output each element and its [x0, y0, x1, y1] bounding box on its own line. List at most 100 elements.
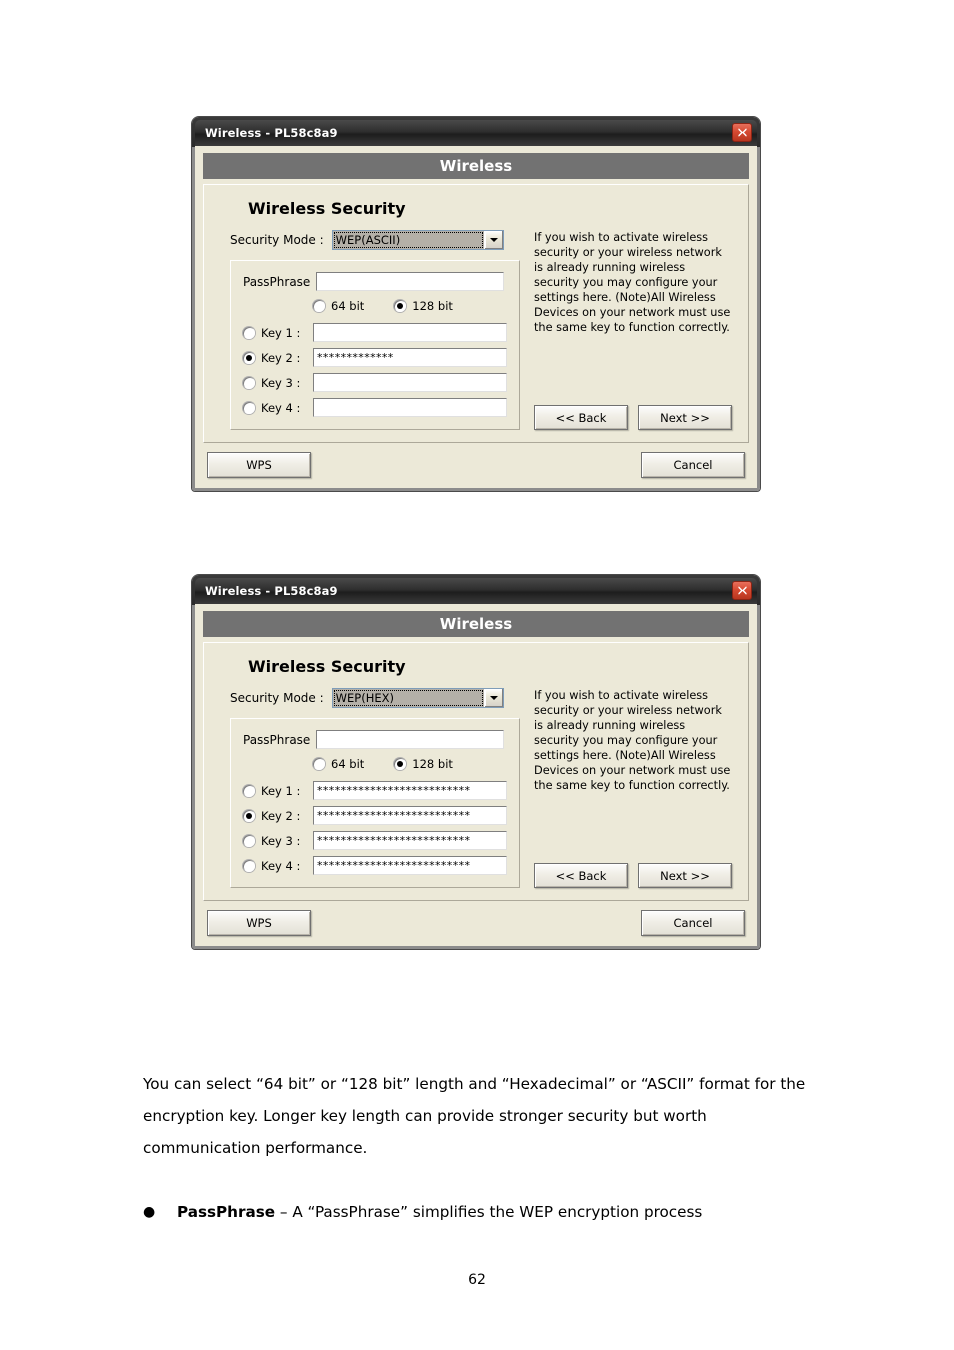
- dialog1-key2-radio[interactable]: Key 2 :: [243, 351, 313, 365]
- dialog2-key3-label: Key 3 :: [261, 833, 301, 848]
- dialog2-passphrase-row: PassPhrase: [243, 730, 507, 749]
- dialog1-security-mode-value: WEP(ASCII): [332, 231, 484, 249]
- dialog2-cancel-button[interactable]: Cancel: [641, 910, 745, 936]
- prose-bullet-item: ● PassPhrase – A “PassPhrase” simplifies…: [143, 1196, 813, 1228]
- dialog1-title: Wireless - PL58c8a9: [205, 126, 338, 140]
- radio-icon: [313, 300, 325, 312]
- dialog1-back-button[interactable]: << Back: [534, 405, 628, 430]
- dialog2-footer: WPS Cancel: [203, 904, 749, 940]
- dialog2-titlebar[interactable]: Wireless - PL58c8a9: [195, 578, 757, 604]
- dialog2-next-button[interactable]: Next >>: [638, 863, 732, 888]
- wireless-dialog-ascii: Wireless - PL58c8a9 Wireless Wireless Se…: [192, 117, 760, 491]
- dialog2-title: Wireless - PL58c8a9: [205, 584, 338, 598]
- dialog1-key4-radio[interactable]: Key 4 :: [243, 401, 313, 415]
- dialog2-bit-length-group: 64 bit 128 bit: [313, 757, 507, 771]
- dialog2-radio-64bit-label: 64 bit: [331, 757, 365, 771]
- chevron-down-icon[interactable]: [483, 231, 503, 249]
- dialog1-help-text: If you wish to activate wireless securit…: [534, 231, 731, 335]
- dialog1-security-mode-row: Security Mode : WEP(ASCII): [230, 230, 520, 250]
- dialog1-passphrase-row: PassPhrase: [243, 272, 507, 291]
- dialog1-key1-input[interactable]: [313, 323, 507, 342]
- dialog2-security-mode-row: Security Mode : WEP(HEX): [230, 688, 520, 708]
- wireless-dialog-hex: Wireless - PL58c8a9 Wireless Wireless Se…: [192, 575, 760, 949]
- page-number: 62: [468, 1272, 486, 1288]
- dialog2-banner-label: Wireless: [439, 615, 513, 633]
- dialog1-key4-label: Key 4 :: [261, 400, 301, 415]
- dialog2-security-mode-value: WEP(HEX): [332, 689, 484, 707]
- dialog2-key-row-2: Key 2 : **************************: [243, 806, 507, 825]
- dialog1-key-row-3: Key 3 :: [243, 373, 507, 392]
- radio-icon: [243, 859, 255, 872]
- prose-paragraph: You can select “64 bit” or “128 bit” len…: [143, 1075, 806, 1157]
- dialog2-key4-label: Key 4 :: [261, 858, 301, 873]
- chevron-down-icon[interactable]: [483, 689, 503, 707]
- dialog1-key3-radio[interactable]: Key 3 :: [243, 376, 313, 390]
- close-icon[interactable]: [732, 123, 752, 142]
- dialog1-panel-heading: Wireless Security: [248, 199, 406, 218]
- dialog2-key4-radio[interactable]: Key 4 :: [243, 859, 313, 873]
- dialog2-key3-radio[interactable]: Key 3 :: [243, 834, 313, 848]
- dialog1-footer: WPS Cancel: [203, 446, 749, 482]
- dialog2-key2-label: Key 2 :: [261, 808, 301, 823]
- dialog2-passphrase-input[interactable]: [316, 730, 505, 749]
- dialog2-radio-128bit-label: 128 bit: [412, 757, 453, 771]
- dialog1-key2-input[interactable]: *************: [313, 348, 507, 367]
- dialog1-bit-length-group: 64 bit 128 bit: [313, 299, 507, 313]
- close-icon[interactable]: [732, 581, 752, 600]
- dialog2-help-text: If you wish to activate wireless securit…: [534, 689, 731, 793]
- dialog2-back-button[interactable]: << Back: [534, 863, 628, 888]
- dialog1-key3-input[interactable]: [313, 373, 507, 392]
- dialog2-security-mode-label: Security Mode :: [230, 691, 324, 705]
- dialog1-wps-button[interactable]: WPS: [207, 452, 311, 478]
- document-prose: You can select “64 bit” or “128 bit” len…: [143, 1068, 813, 1228]
- dialog1-security-mode-select[interactable]: WEP(ASCII): [331, 230, 504, 250]
- dialog1-banner-label: Wireless: [439, 157, 513, 175]
- dialog1-radio-128bit[interactable]: 128 bit: [394, 299, 453, 313]
- dialog1-next-button[interactable]: Next >>: [638, 405, 732, 430]
- radio-icon: [243, 326, 255, 339]
- dialog1-key1-label: Key 1 :: [261, 325, 301, 340]
- bullet-term: PassPhrase: [177, 1203, 276, 1221]
- dialog2-wps-button[interactable]: WPS: [207, 910, 311, 936]
- dialog2-wep-groupbox: PassPhrase 64 bit 128 bit Key 1: ******…: [230, 718, 520, 888]
- radio-selected-icon: [394, 300, 407, 312]
- dialog1-titlebar[interactable]: Wireless - PL58c8a9: [195, 120, 757, 146]
- dialog1-banner: Wireless: [203, 153, 749, 179]
- dialog1-key-row-1: Key 1 :: [243, 323, 507, 342]
- dialog2-key3-input[interactable]: **************************: [313, 831, 507, 850]
- dialog2-radio-128bit[interactable]: 128 bit: [394, 757, 453, 771]
- dialog1-wep-groupbox: PassPhrase 64 bit 128 bit Key 1: Key 2 …: [230, 260, 520, 430]
- dialog2-key1-input[interactable]: **************************: [313, 781, 507, 800]
- dialog1-nav-buttons: << Back Next >>: [534, 399, 732, 430]
- dialog1-passphrase-label: PassPhrase: [243, 274, 311, 289]
- dialog2-passphrase-label: PassPhrase: [243, 732, 311, 747]
- radio-selected-icon: [243, 809, 255, 822]
- radio-icon: [243, 834, 255, 847]
- dialog1-key-row-2: Key 2 : *************: [243, 348, 507, 367]
- radio-icon: [243, 401, 255, 414]
- dialog1-key4-input[interactable]: [313, 398, 507, 417]
- dialog2-key1-radio[interactable]: Key 1 :: [243, 784, 313, 798]
- dialog1-radio-64bit-label: 64 bit: [331, 299, 365, 313]
- dialog1-radio-128bit-label: 128 bit: [412, 299, 453, 313]
- dialog2-panel: Wireless Security Security Mode : WEP(HE…: [203, 642, 749, 901]
- dialog2-security-mode-select[interactable]: WEP(HEX): [331, 688, 504, 708]
- dialog2-body: Wireless Wireless Security Security Mode…: [195, 604, 757, 946]
- dialog2-radio-64bit[interactable]: 64 bit: [313, 757, 364, 771]
- dialog1-key2-label: Key 2 :: [261, 350, 301, 365]
- bullet-rest: – A “PassPhrase” simplifies the WEP encr…: [275, 1203, 703, 1221]
- dialog2-key-row-4: Key 4 : **************************: [243, 856, 507, 875]
- bullet-icon: ●: [143, 1204, 156, 1220]
- dialog2-nav-buttons: << Back Next >>: [534, 857, 732, 888]
- dialog1-key3-label: Key 3 :: [261, 375, 301, 390]
- bullet-text: PassPhrase – A “PassPhrase” simplifies t…: [177, 1196, 702, 1228]
- dialog2-key2-radio[interactable]: Key 2 :: [243, 809, 313, 823]
- dialog1-radio-64bit[interactable]: 64 bit: [313, 299, 364, 313]
- dialog1-cancel-button[interactable]: Cancel: [641, 452, 745, 478]
- dialog2-key2-input[interactable]: **************************: [313, 806, 507, 825]
- radio-icon: [313, 758, 325, 770]
- radio-selected-icon: [394, 758, 407, 770]
- dialog2-key4-input[interactable]: **************************: [313, 856, 507, 875]
- dialog1-key1-radio[interactable]: Key 1 :: [243, 326, 313, 340]
- dialog1-passphrase-input[interactable]: [316, 272, 505, 291]
